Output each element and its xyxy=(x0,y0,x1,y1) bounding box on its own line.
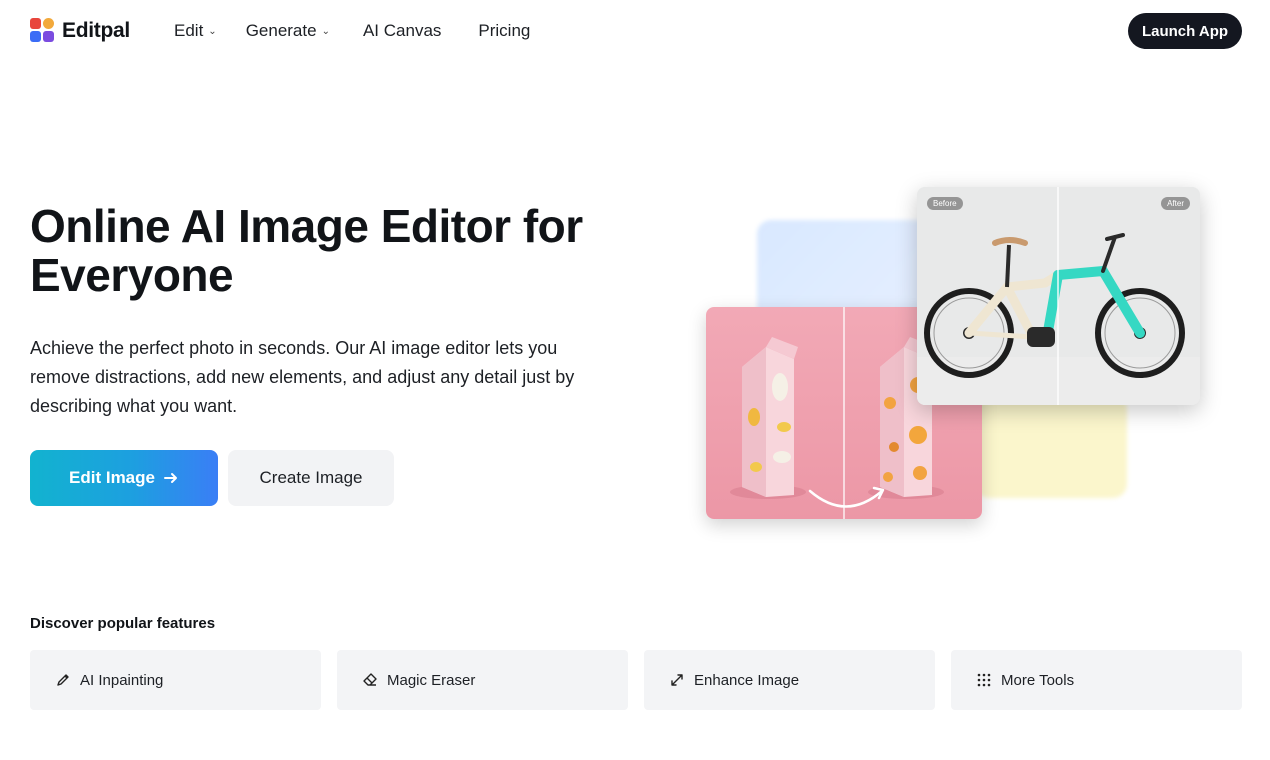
feature-card-ai-inpainting[interactable]: AI Inpainting xyxy=(30,650,321,710)
logo-text: Editpal xyxy=(62,18,130,42)
e-bike-illustration xyxy=(917,187,1200,405)
main-nav: Edit ⌄ Generate ⌄ AI Canvas Pricing xyxy=(174,21,530,41)
features-heading: Discover popular features xyxy=(30,615,216,632)
arrow-right-icon xyxy=(163,473,177,483)
pencil-icon xyxy=(54,672,71,689)
nav-item-ai-canvas[interactable]: AI Canvas xyxy=(363,21,441,41)
feature-label: Magic Eraser xyxy=(387,671,476,689)
expand-arrows-icon xyxy=(668,672,685,689)
before-tag: Before xyxy=(927,197,963,210)
nav-item-label: AI Canvas xyxy=(362,21,442,40)
launch-app-button[interactable]: Launch App xyxy=(1128,13,1242,49)
nav-item-label: Generate xyxy=(245,21,317,40)
feature-label: Enhance Image xyxy=(694,671,800,689)
bike-before-after-image: Before After xyxy=(917,187,1200,405)
nav-item-label: Edit xyxy=(174,21,204,40)
hero-title: Online AI Image Editor for Everyone xyxy=(30,200,583,301)
feature-label: More Tools xyxy=(1001,671,1075,689)
edit-image-button[interactable]: Edit Image xyxy=(30,450,218,506)
nav-item-generate[interactable]: Generate ⌄ xyxy=(246,21,330,41)
nav-item-pricing[interactable]: Pricing xyxy=(478,21,530,41)
eraser-icon xyxy=(361,672,378,689)
grid-dots-icon xyxy=(975,672,992,689)
feature-card-magic-eraser[interactable]: Magic Eraser xyxy=(337,650,628,710)
create-image-button[interactable]: Create Image xyxy=(228,450,394,506)
feature-label: AI Inpainting xyxy=(80,671,164,689)
nav-item-edit[interactable]: Edit ⌄ xyxy=(174,21,217,41)
chevron-down-icon: ⌄ xyxy=(321,26,330,37)
decorative-yellow-glow xyxy=(975,395,1127,498)
nav-item-label: Pricing xyxy=(478,21,531,40)
feature-card-more-tools[interactable]: More Tools xyxy=(951,650,1242,710)
after-tag: After xyxy=(1161,197,1190,210)
logo[interactable]: Editpal xyxy=(30,18,130,43)
editpal-logo-icon xyxy=(30,18,55,43)
hero-description: Achieve the perfect photo in seconds. Ou… xyxy=(30,338,575,416)
edit-image-label: Edit Image xyxy=(69,468,155,487)
site-header: Editpal Edit ⌄ Generate ⌄ AI Canvas Pric… xyxy=(0,0,1270,62)
chevron-down-icon: ⌄ xyxy=(208,26,217,37)
feature-card-enhance-image[interactable]: Enhance Image xyxy=(644,650,935,710)
